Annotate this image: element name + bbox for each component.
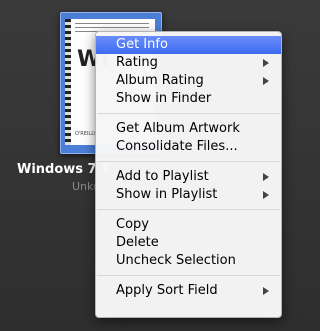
submenu-arrow-icon bbox=[263, 191, 269, 199]
menu-item-apply-sort-field[interactable]: Apply Sort Field bbox=[96, 282, 281, 300]
menu-item-label: Album Rating bbox=[116, 73, 204, 88]
menu-item-show-in-playlist[interactable]: Show in Playlist bbox=[96, 186, 281, 204]
menu-separator bbox=[97, 209, 280, 210]
spiral-binding bbox=[65, 19, 71, 145]
menu-item-get-album-artwork[interactable]: Get Album Artwork bbox=[96, 120, 281, 138]
menu-item-consolidate-files[interactable]: Consolidate Files... bbox=[96, 138, 281, 156]
context-menu: Get Info Rating Album Rating Show in Fin… bbox=[95, 31, 282, 318]
submenu-arrow-icon bbox=[263, 77, 269, 85]
menu-item-label: Uncheck Selection bbox=[116, 253, 236, 268]
menu-item-label: Consolidate Files... bbox=[116, 139, 238, 154]
submenu-arrow-icon bbox=[263, 59, 269, 67]
menu-item-label: Show in Playlist bbox=[116, 187, 218, 202]
menu-item-rating[interactable]: Rating bbox=[96, 54, 281, 72]
menu-item-label: Delete bbox=[116, 235, 159, 250]
menu-item-label: Show in Finder bbox=[116, 91, 212, 106]
menu-separator bbox=[97, 113, 280, 114]
menu-item-show-in-finder[interactable]: Show in Finder bbox=[96, 90, 281, 108]
menu-item-label: Copy bbox=[116, 217, 149, 232]
menu-item-copy[interactable]: Copy bbox=[96, 216, 281, 234]
menu-item-label: Get Album Artwork bbox=[116, 121, 240, 136]
menu-item-label: Apply Sort Field bbox=[116, 283, 218, 298]
menu-item-album-rating[interactable]: Album Rating bbox=[96, 72, 281, 90]
menu-item-uncheck-selection[interactable]: Uncheck Selection bbox=[96, 252, 281, 270]
menu-item-delete[interactable]: Delete bbox=[96, 234, 281, 252]
menu-item-label: Get Info bbox=[116, 37, 168, 52]
menu-separator bbox=[97, 161, 280, 162]
menu-item-label: Rating bbox=[116, 55, 158, 70]
menu-item-add-to-playlist[interactable]: Add to Playlist bbox=[96, 168, 281, 186]
submenu-arrow-icon bbox=[263, 287, 269, 295]
menu-item-label: Add to Playlist bbox=[116, 169, 209, 184]
submenu-arrow-icon bbox=[263, 173, 269, 181]
menu-item-get-info[interactable]: Get Info bbox=[96, 36, 281, 54]
menu-separator bbox=[97, 275, 280, 276]
cover-publisher: O'REILLY bbox=[75, 131, 97, 137]
